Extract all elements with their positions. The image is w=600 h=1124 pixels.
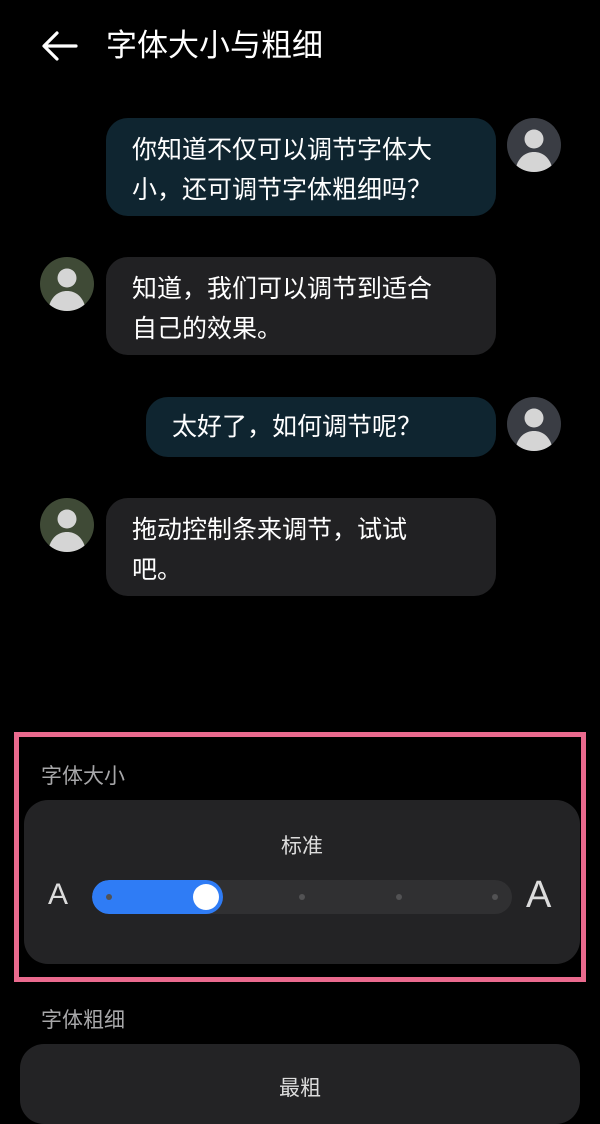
font-size-slider[interactable] bbox=[92, 880, 512, 914]
avatar bbox=[507, 118, 561, 172]
font-weight-card: 最粗 bbox=[20, 1044, 580, 1124]
message-line: 小，还可调节字体粗细吗？ bbox=[132, 175, 433, 204]
avatar bbox=[40, 257, 94, 311]
page-title: 字体大小与粗细 bbox=[106, 28, 323, 64]
chat-bubble-sent: 太好了，如何调节呢？ bbox=[146, 397, 496, 457]
font-size-card: 标准 A A bbox=[24, 800, 580, 964]
font-size-level-label: 标准 bbox=[281, 834, 323, 858]
large-a-icon: A bbox=[526, 874, 552, 916]
avatar bbox=[40, 498, 94, 552]
avatar bbox=[507, 397, 561, 451]
chat-bubble-received: 拖动控制条来调节，试试 吧。 bbox=[106, 498, 496, 596]
message-line: 知道，我们可以调节到适合 bbox=[132, 274, 433, 303]
slider-step-dot bbox=[299, 894, 305, 900]
user-silhouette-icon bbox=[507, 397, 561, 451]
slider-step-dot bbox=[106, 894, 112, 900]
arrow-left-icon bbox=[42, 31, 78, 61]
message-line: 拖动控制条来调节，试试 bbox=[132, 515, 408, 544]
message-line: 你知道不仅可以调节字体大 bbox=[132, 135, 433, 164]
app-header: 字体大小与粗细 bbox=[0, 0, 600, 95]
message-line: 吧。 bbox=[132, 555, 183, 584]
user-silhouette-icon bbox=[40, 257, 94, 311]
message-line: 太好了，如何调节呢？ bbox=[172, 412, 423, 441]
section-label-font-weight: 字体粗细 bbox=[41, 1008, 125, 1032]
message-line: 自己的效果。 bbox=[132, 314, 283, 343]
font-weight-level-label: 最粗 bbox=[279, 1076, 321, 1100]
user-silhouette-icon bbox=[40, 498, 94, 552]
back-button[interactable] bbox=[36, 22, 84, 70]
section-label-font-size: 字体大小 bbox=[41, 764, 125, 788]
slider-step-dot bbox=[395, 894, 402, 900]
chat-bubble-sent: 你知道不仅可以调节字体大 小，还可调节字体粗细吗？ bbox=[106, 118, 496, 216]
user-silhouette-icon bbox=[507, 118, 561, 172]
slider-step-dot bbox=[492, 894, 498, 900]
chat-bubble-received: 知道，我们可以调节到适合 自己的效果。 bbox=[106, 257, 496, 355]
small-a-icon: A bbox=[48, 878, 69, 911]
slider-thumb[interactable] bbox=[192, 884, 219, 910]
